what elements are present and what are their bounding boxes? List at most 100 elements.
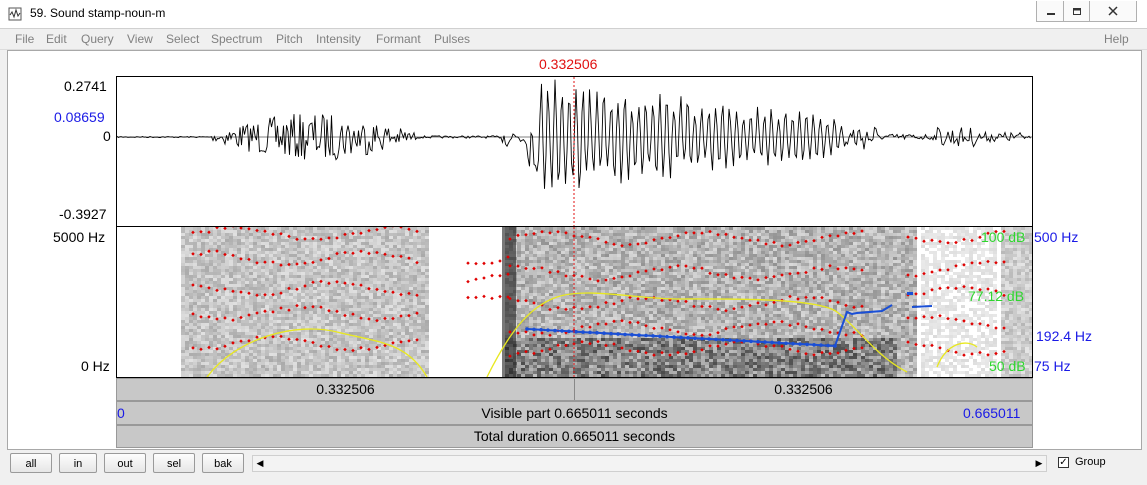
intensity-top-label: 100 dB [981,229,1026,245]
formant-dot [466,279,470,284]
pitch-point [812,342,816,347]
sound-editor-area[interactable]: 0.332506 0.2741 0.08659 0 -0.3927 5000 H… [7,50,1142,450]
minimize-icon [1046,13,1055,15]
pitch-point [658,334,662,339]
zoom-all-button[interactable]: all [10,453,52,473]
close-button[interactable] [1089,1,1137,22]
right-half-segment[interactable]: 0.332506 [575,379,1032,400]
visible-part-bar[interactable]: Visible part 0.665011 seconds [116,401,1033,425]
formant-dot [498,273,502,278]
pitch-point [567,329,571,334]
formant-dot [498,259,502,263]
title-bar: 59. Sound stamp-noun-m [0,0,1147,29]
pitch-point [693,336,697,341]
menu-view[interactable]: View [127,32,153,46]
left-half-segment[interactable]: 0.332506 [117,379,575,400]
waveform-zero-label: 0 [103,128,111,144]
spectrogram-top-freq-label: 5000 Hz [53,229,106,245]
pitch-point [532,327,536,332]
spectrogram-panel[interactable] [116,226,1033,378]
pitch-point [833,344,837,348]
right-half-duration: 0.332506 [774,381,833,397]
pitch-point [623,332,627,337]
pitch-point [777,341,781,345]
minimize-button[interactable] [1036,1,1065,22]
formant-dot [490,296,494,301]
pitch-point [609,331,613,336]
spectrogram-bottom-freq-label: 0 Hz [81,358,110,374]
scroll-left-arrow[interactable]: ◀ [253,456,267,471]
burst-band [502,227,516,377]
pitch-point [553,328,557,333]
formant-dot [466,261,470,265]
intensity-cursor-label: 77.12 dB [968,288,1025,304]
waveform-plot [116,77,1032,227]
menu-bar: File Edit Query View Select Spectrum Pit… [0,29,1147,50]
intensity-bottom-label: 50 dB [989,358,1026,374]
pitch-point [742,339,746,343]
pitch-point [616,332,620,336]
group-label: Group [1075,456,1106,468]
group-checkbox[interactable]: ✓ [1058,457,1069,468]
pitch-point [679,335,683,340]
zoom-in-button[interactable]: in [59,453,97,473]
menu-select[interactable]: Select [166,32,199,46]
formant-dot [490,261,494,265]
pitch-point [581,330,585,334]
pitch-point [525,327,529,331]
restore-icon [1073,8,1081,15]
menu-pitch[interactable]: Pitch [276,32,303,46]
pitch-point [637,333,641,337]
waveform-panel[interactable] [116,76,1033,227]
pitch-point [665,334,669,339]
pitch-point [819,343,823,347]
menu-intensity[interactable]: Intensity [316,32,361,46]
scroll-right-arrow[interactable]: ▶ [1032,456,1046,471]
formant-dot [490,273,494,278]
pitch-point [560,329,564,333]
formant-dot [938,313,942,318]
total-duration-text: Total duration 0.665011 seconds [473,428,676,444]
pitch-point [770,340,774,345]
pitch-point [714,337,718,342]
pitch-point [826,343,830,348]
menu-formant[interactable]: Formant [376,32,421,46]
pitch-point [546,328,550,332]
total-duration-bar[interactable]: Total duration 0.665011 seconds [116,425,1033,448]
pitch-point [791,341,795,346]
waveform-cursor-value-label: 0.08659 [54,109,105,125]
menu-pulses[interactable]: Pulses [434,32,470,46]
pitch-point [651,334,655,338]
visible-end-label: 0.665011 [963,405,1021,421]
pitch-point [721,337,725,342]
formant-dot [474,261,478,266]
cursor-time-label: 0.332506 [539,56,598,72]
zoom-back-button[interactable]: bak [202,453,244,473]
triangle-right-icon: ▶ [1035,458,1043,468]
pitch-point [672,335,676,339]
zoom-selection-button[interactable]: sel [153,453,195,473]
selection-time-bar: 0.332506 0.332506 [116,378,1033,401]
time-scrollbar[interactable]: ◀ ▶ [252,455,1047,472]
pitch-fragment [907,292,913,295]
maximize-button[interactable] [1063,1,1091,22]
menu-spectrum[interactable]: Spectrum [211,32,262,46]
menu-file[interactable]: File [15,32,34,46]
menu-query[interactable]: Query [81,32,114,46]
pitch-point [707,337,711,341]
formant-dot [482,294,486,299]
window-title: 59. Sound stamp-noun-m [30,6,166,20]
menu-edit[interactable]: Edit [46,32,67,46]
pitch-point [735,338,739,343]
zoom-out-button[interactable]: out [104,453,146,473]
formant-dot [482,261,486,266]
pitch-point [574,329,578,334]
waveform-min-label: -0.3927 [59,206,107,222]
visible-part-text: Visible part 0.665011 seconds [481,405,668,421]
app-icon [8,7,22,21]
triangle-left-icon: ◀ [256,458,264,468]
left-half-duration: 0.332506 [316,381,375,397]
pitch-point [805,342,809,347]
pitch-point [763,340,767,344]
menu-help[interactable]: Help [1104,32,1129,46]
